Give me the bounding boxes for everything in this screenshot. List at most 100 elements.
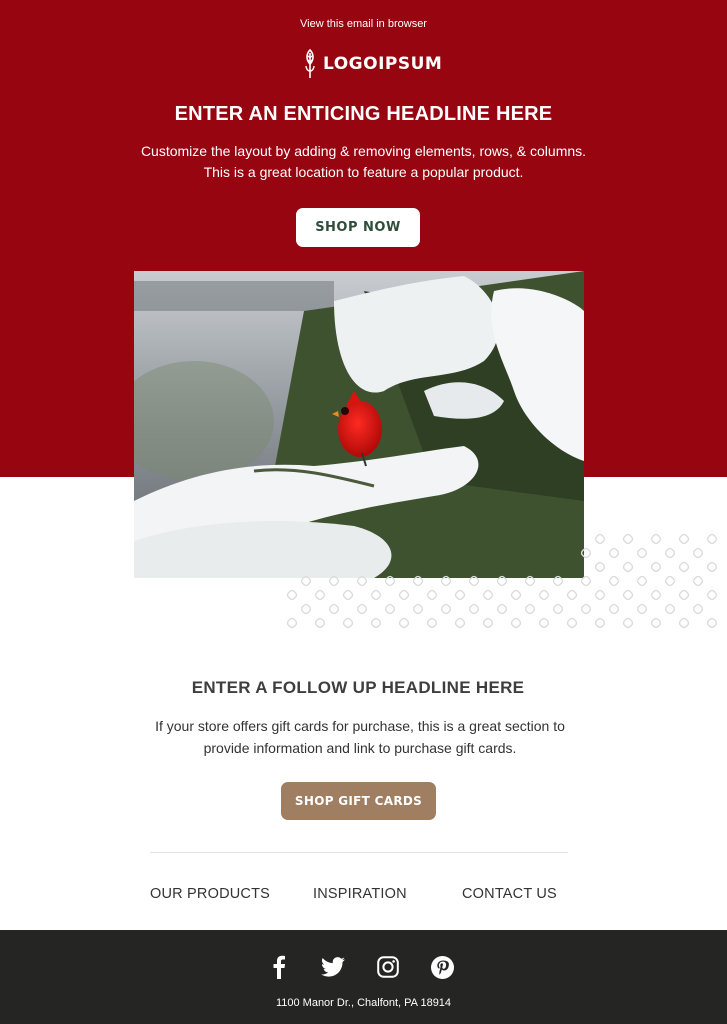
pattern-dot	[384, 603, 396, 615]
pattern-dot	[538, 589, 550, 601]
twitter-icon[interactable]	[320, 954, 346, 980]
pattern-dot	[370, 589, 382, 601]
pattern-dot	[706, 617, 718, 629]
pattern-dot	[706, 589, 718, 601]
pattern-dot	[524, 575, 536, 587]
hero-photo	[134, 271, 584, 578]
pattern-dot	[328, 575, 340, 587]
divider	[150, 852, 568, 853]
pattern-dot	[566, 617, 578, 629]
instagram-icon[interactable]	[375, 954, 401, 980]
pattern-dot	[594, 589, 606, 601]
pattern-dot	[678, 617, 690, 629]
decorative-dot-pattern	[286, 533, 718, 629]
pattern-dot	[608, 547, 620, 559]
nav-our-products[interactable]: OUR PRODUCTS	[150, 886, 270, 902]
pattern-dot	[356, 603, 368, 615]
pattern-dot	[664, 547, 676, 559]
pattern-dot	[384, 575, 396, 587]
pattern-dot	[706, 561, 718, 573]
hero-headline: ENTER AN ENTICING HEADLINE HERE	[174, 103, 553, 125]
pattern-dot	[552, 603, 564, 615]
pattern-dot	[650, 533, 662, 545]
pattern-dot	[454, 589, 466, 601]
pattern-dot	[622, 561, 634, 573]
pattern-dot	[566, 589, 578, 601]
pattern-dot	[496, 603, 508, 615]
pattern-dot	[482, 589, 494, 601]
pattern-dot	[636, 547, 648, 559]
pattern-dot	[398, 617, 410, 629]
pattern-dot	[552, 575, 564, 587]
shop-now-button[interactable]: SHOP NOW	[296, 208, 420, 247]
pattern-dot	[342, 617, 354, 629]
pattern-dot	[580, 575, 592, 587]
pattern-dot	[496, 575, 508, 587]
pattern-dot	[482, 617, 494, 629]
logo[interactable]: LOGOIPSUM	[303, 48, 442, 80]
pattern-dot	[370, 617, 382, 629]
pattern-dot	[622, 533, 634, 545]
pattern-dot	[440, 603, 452, 615]
pattern-dot	[412, 575, 424, 587]
view-in-browser-link[interactable]: View this email in browser	[0, 18, 727, 30]
pattern-dot	[510, 589, 522, 601]
nav-inspiration[interactable]: INSPIRATION	[313, 886, 407, 902]
pattern-dot	[650, 617, 662, 629]
pattern-dot	[622, 617, 634, 629]
pattern-dot	[594, 617, 606, 629]
pattern-dot	[398, 589, 410, 601]
pattern-dot	[538, 617, 550, 629]
footer	[0, 930, 727, 1024]
pattern-dot	[286, 589, 298, 601]
pattern-dot	[510, 617, 522, 629]
pattern-dot	[300, 603, 312, 615]
pattern-dot	[286, 617, 298, 629]
pattern-dot	[314, 617, 326, 629]
pattern-dot	[426, 617, 438, 629]
pattern-dot	[636, 603, 648, 615]
pattern-dot	[440, 575, 452, 587]
pattern-dot	[706, 533, 718, 545]
pattern-dot	[426, 589, 438, 601]
pattern-dot	[678, 561, 690, 573]
pattern-dot	[636, 575, 648, 587]
pattern-dot	[678, 589, 690, 601]
hero-body-text: Customize the layout by adding & removin…	[140, 143, 587, 180]
facebook-icon[interactable]	[266, 954, 292, 980]
pattern-dot	[692, 575, 704, 587]
pattern-dot	[608, 575, 620, 587]
pattern-dot	[594, 561, 606, 573]
pattern-dot	[356, 575, 368, 587]
pattern-dot	[328, 603, 340, 615]
pattern-dot	[314, 589, 326, 601]
pattern-dot	[342, 589, 354, 601]
follow-up-headline: ENTER A FOLLOW UP HEADLINE HERE	[191, 678, 525, 697]
pattern-dot	[580, 547, 592, 559]
pattern-dot	[650, 561, 662, 573]
pattern-dot	[412, 603, 424, 615]
follow-up-body-text: If your store offers gift cards for purc…	[155, 718, 565, 756]
pattern-dot	[622, 589, 634, 601]
pinterest-icon[interactable]	[429, 954, 455, 980]
shop-gift-cards-button[interactable]: SHOP GIFT CARDS	[281, 782, 436, 820]
pattern-dot	[678, 533, 690, 545]
pattern-dot	[300, 575, 312, 587]
pattern-dot	[468, 575, 480, 587]
wheat-logo-icon	[305, 49, 315, 78]
footer-address: 1100 Manor Dr., Chalfont, PA 18914	[275, 997, 452, 1009]
pattern-dot	[664, 603, 676, 615]
pattern-dot	[454, 617, 466, 629]
pattern-dot	[608, 603, 620, 615]
pattern-dot	[650, 589, 662, 601]
pattern-dot	[468, 603, 480, 615]
pattern-dot	[594, 533, 606, 545]
cardinal-on-snowy-pine-image[interactable]	[134, 271, 584, 578]
pattern-dot	[664, 575, 676, 587]
nav-contact-us[interactable]: CONTACT US	[462, 886, 557, 902]
pattern-dot	[524, 603, 536, 615]
pattern-dot	[692, 547, 704, 559]
pattern-dot	[692, 603, 704, 615]
pattern-dot	[580, 603, 592, 615]
logo-text: LOGOIPSUM	[323, 54, 443, 74]
